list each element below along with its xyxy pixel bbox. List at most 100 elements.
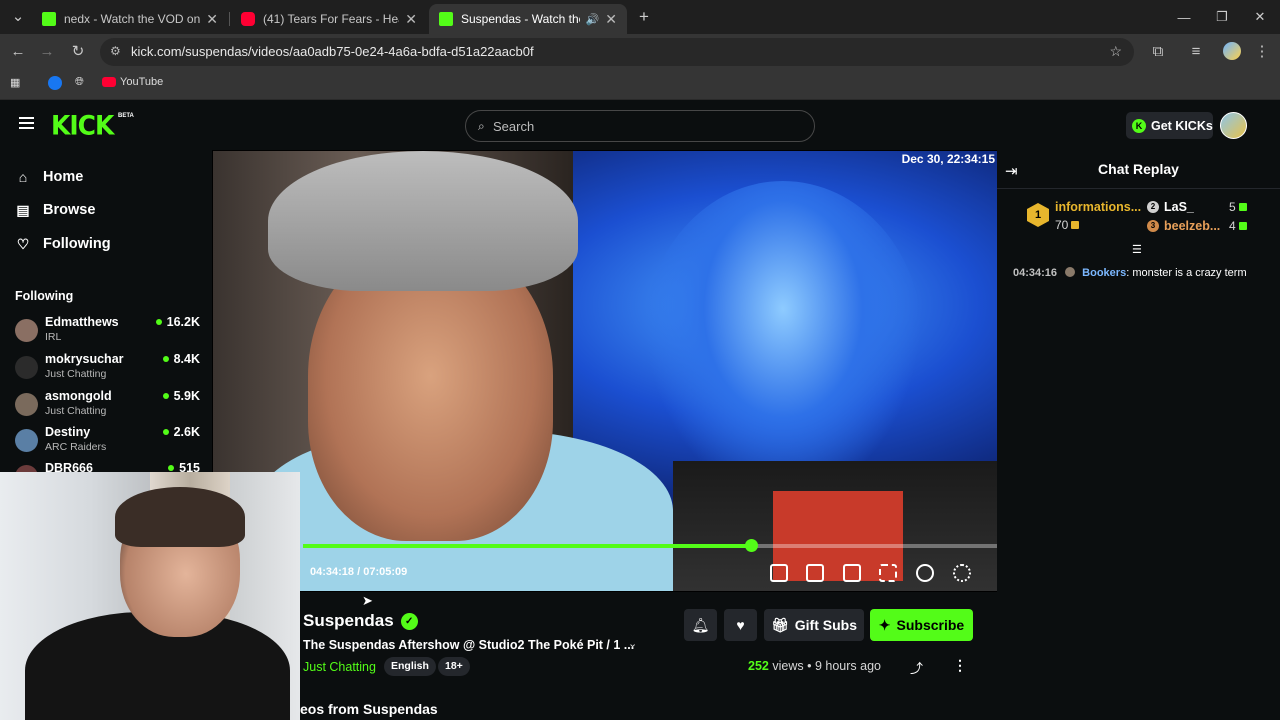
bell-icon: 🔔︎ bbox=[691, 617, 710, 633]
follow-heart-button[interactable]: ♥ bbox=[724, 609, 757, 641]
nav-following[interactable]: ♡ Following bbox=[15, 233, 111, 255]
mouse-cursor-icon: ➤ bbox=[362, 593, 373, 608]
gift-icon bbox=[1238, 203, 1247, 211]
heart-icon: ♡ bbox=[16, 235, 30, 252]
channel-title[interactable]: Suspendas ✓ bbox=[303, 611, 418, 631]
url-text[interactable]: kick.com/suspendas/videos/aa0adb75-0e24-… bbox=[131, 44, 534, 59]
subscribe-button[interactable]: ✦ Subscribe bbox=[870, 609, 973, 641]
chat-message: 04:34:16 Bookers: monster is a crazy ter… bbox=[1013, 267, 1247, 279]
facebook-bookmark-icon[interactable] bbox=[48, 76, 62, 90]
bookmark-star-icon[interactable]: ☆ bbox=[1109, 43, 1122, 60]
category-link[interactable]: Just Chatting bbox=[303, 660, 376, 674]
omnibox[interactable]: ⚙ kick.com/suspendas/videos/aa0adb75-0e2… bbox=[100, 38, 1134, 66]
viewer-count: 8.4K bbox=[162, 352, 200, 366]
sidebar-channel-asmongold[interactable]: asmongold Just Chatting 5.9K bbox=[15, 389, 200, 423]
theater-mode-icon[interactable] bbox=[843, 564, 861, 582]
tab-youtube[interactable]: (41) Tears For Fears - Head Over ✕ bbox=[231, 4, 427, 34]
more-options-icon[interactable]: ⋮ bbox=[953, 657, 967, 674]
beta-label: BETA bbox=[118, 113, 134, 119]
youtube-bookmark[interactable]: YouTube bbox=[102, 76, 163, 88]
home-icon: ⌂ bbox=[18, 169, 28, 185]
viewer-count-value: 16.2K bbox=[166, 315, 200, 329]
top-gifter-name[interactable]: informations... bbox=[1055, 200, 1141, 214]
gifter-row[interactable]: 2 LaS_ bbox=[1147, 200, 1194, 214]
webcam-overlay bbox=[0, 472, 300, 720]
gifter-row[interactable]: 3 beelzeb... bbox=[1147, 219, 1220, 233]
tab-search-icon[interactable]: ⌄ bbox=[8, 7, 28, 27]
live-dot-icon bbox=[162, 393, 169, 399]
tag-language[interactable]: English bbox=[384, 657, 436, 676]
minimize-icon[interactable]: — bbox=[1164, 0, 1204, 34]
bookmarks-bar: ▦ 🌐︎ YouTube bbox=[0, 70, 1280, 100]
live-dot-icon bbox=[162, 356, 169, 362]
duration: 07:05:09 bbox=[363, 566, 408, 578]
nav-browse[interactable]: ▤ Browse bbox=[15, 199, 95, 221]
forward-icon[interactable]: → bbox=[37, 42, 57, 62]
current-time: 04:34:18 bbox=[310, 566, 355, 578]
chevron-down-icon[interactable]: ⌄ bbox=[628, 637, 637, 650]
media-control-icon[interactable]: ≡ bbox=[1186, 42, 1206, 62]
expand-gifters-icon[interactable]: ☰ bbox=[1132, 243, 1142, 256]
viewer-count: 16.2K bbox=[155, 315, 200, 329]
seek-knob[interactable] bbox=[744, 539, 758, 552]
user-avatar[interactable] bbox=[1220, 112, 1247, 139]
get-kicks-label: Get KICKs bbox=[1151, 118, 1213, 133]
hamburger-menu-icon[interactable] bbox=[19, 117, 34, 129]
menu-kebab-icon[interactable]: ⋮ bbox=[1252, 42, 1272, 62]
sidebar-channel-mokrysuchar[interactable]: mokrysuchar Just Chatting 8.4K bbox=[15, 352, 200, 386]
subscribe-label: Subscribe bbox=[896, 617, 965, 633]
chat-panel: ⇥ Chat Replay 1 informations... 70 2 LaS… bbox=[997, 150, 1280, 720]
user-badge-icon bbox=[1065, 267, 1076, 277]
clip-icon[interactable] bbox=[806, 564, 824, 582]
tab-nedx[interactable]: nedx - Watch the VOD on Kick ✕ bbox=[32, 4, 228, 34]
nav-home[interactable]: ⌂ Home bbox=[15, 166, 84, 188]
gifter-count: 5 bbox=[1229, 200, 1247, 214]
search-input[interactable]: ⌕ Search bbox=[465, 110, 815, 142]
reload-icon[interactable]: ↻ bbox=[68, 42, 88, 62]
close-tab-icon[interactable]: ✕ bbox=[206, 11, 218, 28]
speed-icon[interactable] bbox=[916, 564, 934, 582]
close-tab-icon[interactable]: ✕ bbox=[405, 11, 417, 28]
nav-label: Browse bbox=[43, 202, 96, 218]
settings-gear-icon[interactable] bbox=[953, 564, 971, 582]
new-tab-button[interactable]: + bbox=[624, 0, 664, 34]
close-tab-icon[interactable]: ✕ bbox=[605, 11, 617, 28]
tag-mature[interactable]: 18+ bbox=[438, 657, 470, 676]
chat-title: Chat Replay bbox=[1098, 161, 1179, 177]
gift-count-value: 4 bbox=[1229, 219, 1236, 233]
extensions-icon[interactable]: ⧉ bbox=[1148, 42, 1168, 62]
video-neon-poster bbox=[643, 181, 923, 501]
video-player[interactable]: Dec 30, 22:34:15 04:34:18 / 07:05:09 bbox=[213, 151, 997, 591]
speaker-icon[interactable]: 🔊 bbox=[586, 13, 600, 26]
channel-category: Just Chatting bbox=[45, 405, 107, 417]
profile-avatar-icon[interactable] bbox=[1222, 42, 1242, 62]
close-window-icon[interactable]: ✕ bbox=[1240, 0, 1280, 34]
share-icon[interactable]: ⤴ bbox=[910, 658, 923, 677]
gift-subs-button[interactable]: 🎁︎ Gift Subs bbox=[764, 609, 864, 641]
site-info-icon[interactable]: ⚙ bbox=[110, 44, 121, 58]
address-bar-row: ← → ↻ ⚙ kick.com/suspendas/videos/aa0adb… bbox=[0, 34, 1280, 70]
tab-divider bbox=[229, 12, 230, 26]
fullscreen-icon[interactable] bbox=[879, 564, 897, 582]
channel-name[interactable]: Suspendas bbox=[303, 611, 394, 631]
avatar bbox=[15, 319, 38, 342]
back-icon[interactable]: ← bbox=[8, 42, 28, 62]
video-timestamp: Dec 30, 22:34:15 bbox=[901, 152, 995, 166]
seek-bar[interactable] bbox=[303, 539, 997, 552]
tab-suspendas[interactable]: Suspendas - Watch the VOD 🔊 ✕ bbox=[429, 4, 627, 34]
apps-grid-icon[interactable]: ▦ bbox=[10, 76, 20, 89]
avatar bbox=[15, 393, 38, 416]
get-kicks-button[interactable]: K Get KICKs bbox=[1126, 112, 1213, 139]
sidebar-channel-destiny[interactable]: Destiny ARC Raiders 2.6K bbox=[15, 425, 200, 459]
chat-username[interactable]: Bookers bbox=[1082, 267, 1126, 279]
globe-bookmark-icon[interactable]: 🌐︎ bbox=[75, 76, 84, 89]
kicks-coin-icon: K bbox=[1132, 118, 1146, 133]
viewer-count-value: 8.4K bbox=[173, 352, 200, 366]
gifter-count: 4 bbox=[1229, 219, 1247, 233]
kick-logo[interactable]: KICK bbox=[51, 110, 114, 140]
video-age: 9 hours ago bbox=[814, 659, 881, 673]
maximize-icon[interactable]: ❐ bbox=[1202, 0, 1242, 34]
mini-player-icon[interactable] bbox=[770, 564, 788, 582]
notification-bell-button[interactable]: 🔔︎ bbox=[684, 609, 717, 641]
sidebar-channel-edmatthews[interactable]: Edmatthews IRL 16.2K bbox=[15, 315, 200, 349]
